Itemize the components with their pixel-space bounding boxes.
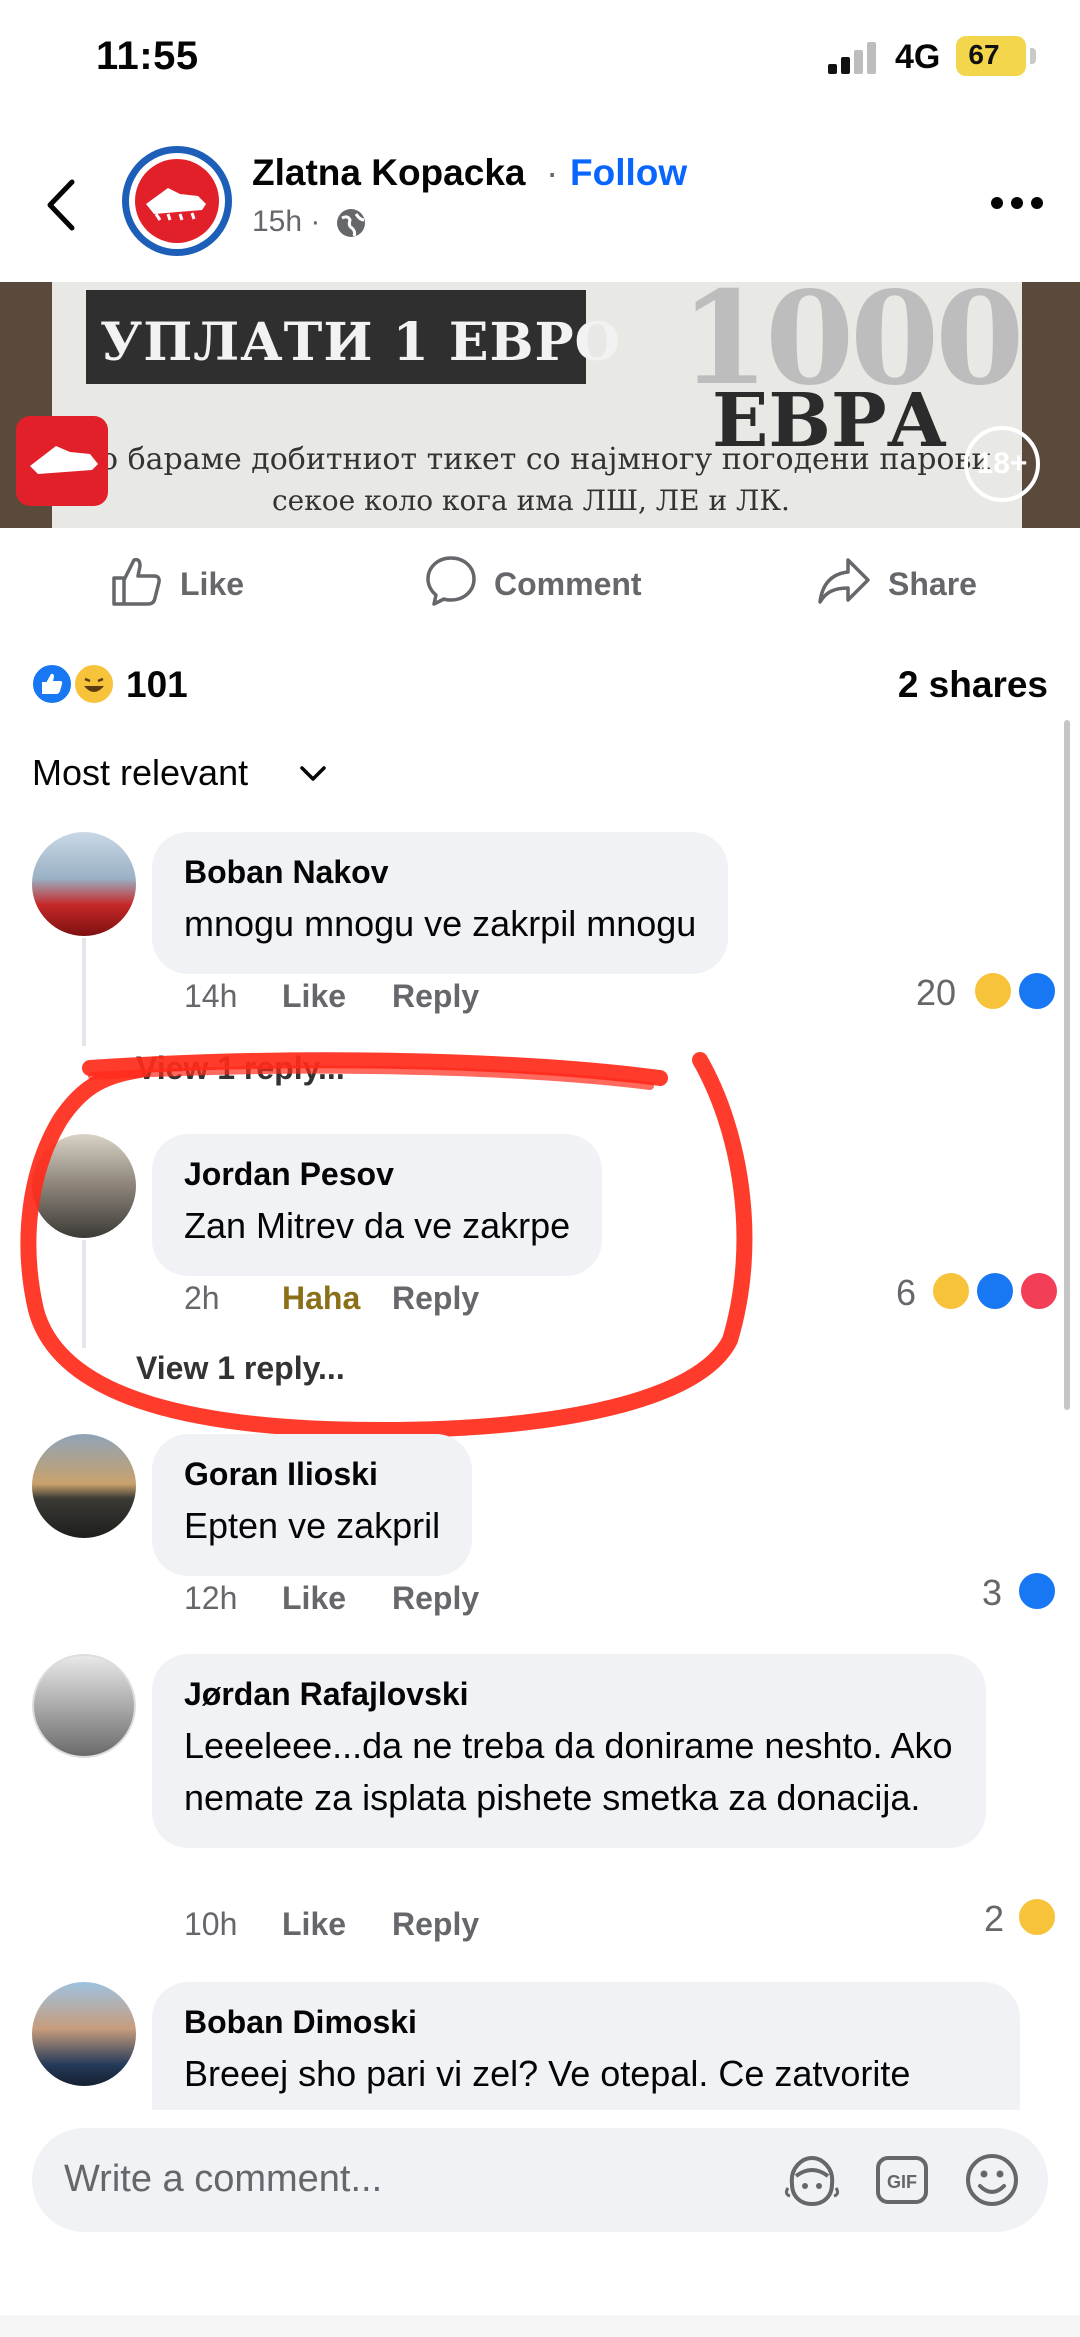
comment-text: Epten ve zakpril — [184, 1505, 441, 1546]
comment-author[interactable]: Boban Nakov — [184, 852, 696, 892]
like-label: Like — [180, 566, 245, 602]
view-replies-link[interactable]: View 1 reply... — [136, 1050, 345, 1087]
comment-bubble[interactable]: Jørdan Rafajlovski Leeeleee...da ne treb… — [152, 1654, 986, 1848]
thumbs-up-icon — [112, 557, 161, 606]
comment-like-button[interactable]: Like — [282, 1906, 392, 1943]
back-arrow-icon[interactable] — [38, 172, 88, 238]
scrollbar[interactable] — [1064, 720, 1070, 1410]
haha-reaction-icon — [930, 1270, 972, 1312]
home-indicator-area — [0, 2315, 1080, 2337]
emoji-icon[interactable] — [962, 2150, 1022, 2210]
comment-meta: 14h Like Reply — [184, 978, 479, 1015]
comment-bubble[interactable]: Goran Ilioski Epten ve zakpril — [152, 1434, 473, 1576]
comment-author[interactable]: Goran Ilioski — [184, 1454, 440, 1494]
like-reaction-icon — [1016, 1570, 1058, 1612]
age-badge: 18+ — [964, 426, 1040, 502]
comment-meta: 12h Like Reply — [184, 1580, 479, 1617]
comment-like-button[interactable]: Like — [282, 978, 392, 1015]
comment-button[interactable]: Comment — [424, 554, 664, 614]
like-reaction-icon — [30, 662, 74, 706]
comment-input[interactable]: Write a comment... — [64, 2158, 382, 2201]
gif-icon[interactable]: GIF — [872, 2150, 932, 2210]
comment-text: Zan Mitrev da ve zakrpe — [184, 1205, 571, 1246]
comment-reply-button[interactable]: Reply — [392, 1906, 479, 1943]
comment-reaction-count[interactable]: 20 — [916, 972, 956, 1014]
comment-text: Leeeleee...da ne treba da donirame nesht… — [184, 1725, 953, 1818]
thread-line — [82, 938, 86, 1046]
comment-meta: 10h Like Reply — [184, 1906, 479, 1943]
post-action-bar: Like Comment Share — [0, 540, 1080, 620]
page-avatar[interactable] — [122, 146, 232, 256]
love-reaction-icon — [1018, 1270, 1060, 1312]
avatar[interactable] — [32, 1134, 136, 1238]
battery-tip — [1030, 48, 1036, 64]
ticket-band-text: УПЛАТИ 1 ЕВРО — [100, 312, 621, 373]
comment-author[interactable]: Jørdan Rafajlovski — [184, 1674, 954, 1714]
comment-reply-button[interactable]: Reply — [392, 978, 479, 1015]
post-header: Zlatna Kopacka · Follow 15h · — [0, 130, 1080, 280]
comment-reply-button[interactable]: Reply — [392, 1580, 479, 1617]
share-label: Share — [888, 566, 977, 602]
share-icon — [818, 558, 870, 604]
haha-reaction-icon — [972, 970, 1014, 1012]
status-bar: 11:55 4G 67 — [0, 0, 1080, 120]
comment-author[interactable]: Jordan Pesov — [184, 1154, 570, 1194]
like-reaction-icon — [974, 1270, 1016, 1312]
svg-text:GIF: GIF — [887, 2172, 917, 2192]
battery-icon: 67 — [956, 36, 1026, 76]
network-label: 4G — [895, 38, 941, 76]
follow-button[interactable]: Follow — [570, 152, 687, 194]
comment-reaction-count[interactable]: 2 — [984, 1898, 1004, 1940]
reaction-count: 101 — [126, 664, 188, 705]
page-name[interactable]: Zlatna Kopacka — [252, 152, 525, 194]
comment-reaction-count[interactable]: 6 — [896, 1272, 916, 1314]
battery-level: 67 — [968, 39, 1000, 70]
avatar[interactable] — [32, 1434, 136, 1538]
comment-author[interactable]: Boban Dimoski — [184, 2002, 988, 2042]
ticket-line-1: о бараме добитниот тикет со најмногу пог… — [100, 442, 992, 477]
comment-like-button[interactable]: Like — [282, 1580, 392, 1617]
avatar[interactable] — [32, 1654, 136, 1758]
comment-text: mnogu mnogu ve zakrpil mnogu — [184, 903, 697, 944]
post-time: 15h · — [252, 205, 321, 238]
comment-reaction-count[interactable]: 3 — [982, 1572, 1002, 1614]
post-image[interactable]: УПЛАТИ 1 ЕВРО 1000 ЕВРА о бараме добитни… — [0, 282, 1080, 528]
separator-dot: · — [546, 152, 559, 193]
comment-time: 12h — [184, 1580, 238, 1616]
comment-text: Breeej sho pari vi zel? Ve otepal. Ce za… — [184, 2053, 911, 2094]
comment-label: Comment — [494, 566, 642, 602]
comment-time: 10h — [184, 1906, 238, 1942]
comment-reply-button[interactable]: Reply — [392, 1280, 479, 1317]
comment-haha-button[interactable]: Haha — [282, 1280, 392, 1317]
boot-logo-icon — [146, 188, 206, 221]
comment-icon — [426, 556, 476, 606]
haha-reaction-icon — [1016, 1896, 1058, 1938]
like-button[interactable]: Like — [110, 554, 270, 614]
comment-time: 2h — [184, 1280, 220, 1316]
sort-dropdown[interactable]: Most relevant — [32, 752, 248, 794]
haha-reaction-icon — [72, 662, 116, 706]
like-reaction-icon — [1016, 970, 1058, 1012]
comment-composer[interactable]: Write a comment... GIF — [32, 2128, 1048, 2232]
comment-bubble[interactable]: Jordan Pesov Zan Mitrev da ve zakrpe — [152, 1134, 603, 1276]
reaction-summary[interactable]: 101 2 shares — [0, 650, 1080, 720]
globe-icon — [337, 209, 365, 237]
signal-icon — [828, 42, 876, 74]
avatar[interactable] — [32, 832, 136, 936]
brand-logo — [16, 416, 108, 506]
chevron-down-icon[interactable] — [298, 762, 328, 786]
status-time: 11:55 — [96, 34, 199, 78]
more-icon[interactable] — [990, 194, 1044, 212]
thread-line — [82, 1240, 86, 1348]
share-button[interactable]: Share — [816, 554, 986, 614]
comment-time: 14h — [184, 978, 238, 1014]
avatar[interactable] — [32, 1982, 136, 2086]
ticket-line-2: секое коло кога има ЛШ, ЛЕ и ЛК. — [272, 484, 790, 517]
view-replies-link[interactable]: View 1 reply... — [136, 1350, 345, 1387]
comment-meta: 2h Haha Reply — [184, 1280, 479, 1317]
share-count[interactable]: 2 shares — [898, 664, 1048, 706]
comment-bubble[interactable]: Boban Nakov mnogu mnogu ve zakrpil mnogu — [152, 832, 729, 974]
avatar-sticker-icon[interactable] — [782, 2150, 842, 2210]
